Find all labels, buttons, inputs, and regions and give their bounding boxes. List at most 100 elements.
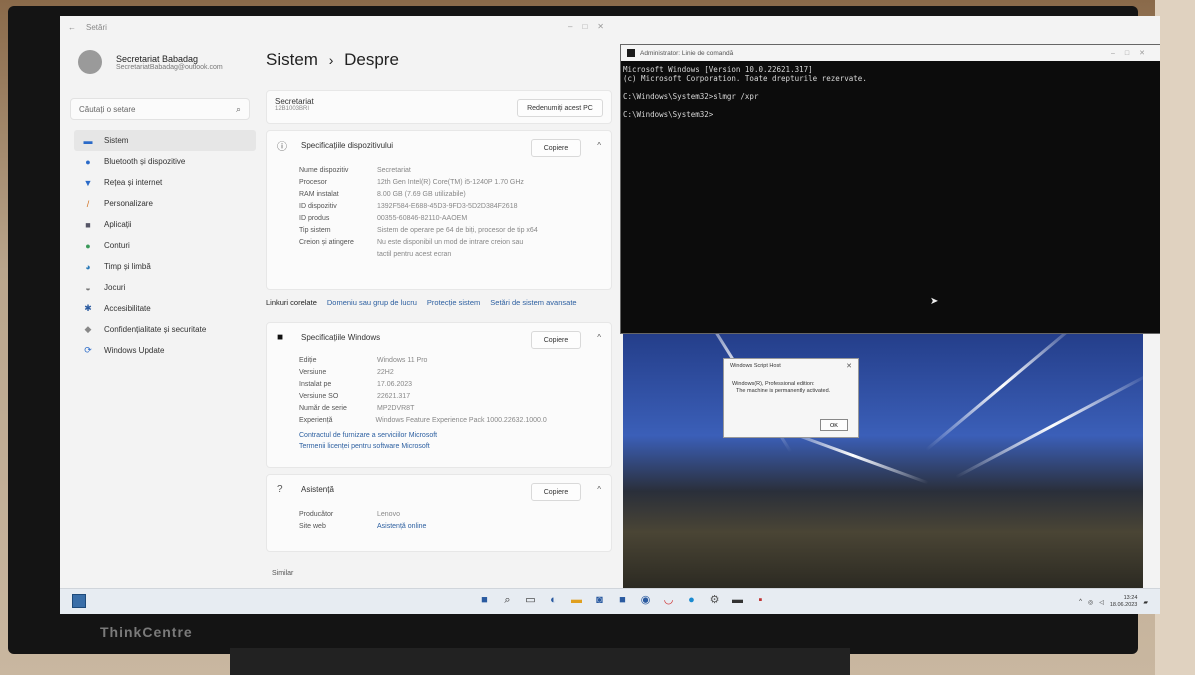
sidebar-item-label: Confidențialitate și securitate bbox=[104, 325, 207, 334]
sidebar-item-gaming[interactable]: ◒ Jocuri bbox=[74, 277, 256, 298]
cmd-line: ​ bbox=[623, 83, 1159, 92]
spec-key: Producător bbox=[299, 511, 334, 518]
sidebar-item-bluetooth[interactable]: ● Bluetooth și dispozitive bbox=[74, 151, 256, 172]
volume-icon[interactable]: ◁ bbox=[1099, 599, 1104, 606]
spec-value: Lenovo bbox=[377, 511, 400, 518]
spec-key: Experiență bbox=[299, 417, 333, 424]
support-title: Asistență bbox=[301, 484, 334, 494]
spec-key: Procesor bbox=[299, 179, 328, 186]
monitor-brand-label: ThinkCentre bbox=[100, 624, 193, 640]
screen: ← Setări –□✕ Secretariat Babadag Secreta… bbox=[60, 16, 1160, 614]
link-advanced-system-settings[interactable]: Setări de sistem avansate bbox=[490, 298, 576, 307]
spec-row: Instalat pe 17.06.2023 bbox=[299, 379, 611, 391]
breadcrumb-parent[interactable]: Sistem bbox=[266, 50, 318, 69]
spec-value: Windows 11 Pro bbox=[377, 357, 428, 364]
sidebar-item-windows-update[interactable]: ⟳ Windows Update bbox=[74, 340, 256, 361]
cmd-output[interactable]: Microsoft Windows [Version 10.0.22621.31… bbox=[621, 61, 1160, 123]
spec-row: Ediție Windows 11 Pro bbox=[299, 355, 611, 367]
sidebar-item-label: Personalizare bbox=[104, 199, 153, 208]
spec-key: ID produs bbox=[299, 215, 330, 222]
profile-email: SecretariatBabadag@outlook.com bbox=[116, 63, 223, 71]
help-icon: ? bbox=[277, 483, 283, 495]
settings-icon[interactable]: ⚙ bbox=[708, 594, 721, 607]
user-profile[interactable]: Secretariat Babadag SecretariatBabadag@o… bbox=[78, 50, 223, 74]
apps-icon: ■ bbox=[85, 219, 91, 230]
sidebar-item-system[interactable]: ▬ Sistem bbox=[74, 130, 256, 151]
windows-logo-icon: ■ bbox=[277, 331, 284, 343]
network-icon[interactable]: ◎ bbox=[1088, 599, 1093, 606]
command-prompt-window[interactable]: Administrator: Linie de comandă –□✕ Micr… bbox=[620, 44, 1160, 334]
dialog-title: Windows Script Host bbox=[730, 363, 781, 369]
cmd-taskbar-icon[interactable]: ▪ bbox=[754, 594, 767, 607]
pc-name-card: Secretariat 12B1003BRI Redenumiți acest … bbox=[266, 90, 612, 124]
copy-windows-specs-button[interactable]: Copiere bbox=[531, 331, 581, 349]
sidebar-item-label: Bluetooth și dispozitive bbox=[104, 157, 186, 166]
search-input[interactable]: Căutați o setare ⌕ bbox=[70, 98, 250, 120]
chat-icon[interactable]: ◐ bbox=[547, 594, 560, 607]
cmd-line: ​ bbox=[623, 101, 1159, 110]
link-microsoft-services-agreement[interactable]: Contractul de furnizare a serviciilor Mi… bbox=[299, 430, 611, 441]
spec-row: Tip sistem Sistem de operare pe 64 de biț… bbox=[299, 225, 611, 237]
device-specs-card: ⓘ Specificațiile dispozitivului Copiere … bbox=[266, 130, 612, 290]
sidebar-item-personalization[interactable]: / Personalizare bbox=[74, 193, 256, 214]
store-icon[interactable]: ◙ bbox=[593, 594, 606, 607]
app-icon[interactable]: ◉ bbox=[639, 594, 652, 607]
spec-value: MP2DVR8T bbox=[377, 405, 415, 412]
sidebar-item-accessibility[interactable]: ✱ Accesibilitate bbox=[74, 298, 256, 319]
spec-key: Site web bbox=[299, 523, 326, 530]
sidebar-item-label: Jocuri bbox=[104, 283, 126, 292]
copy-support-button[interactable]: Copiere bbox=[531, 483, 581, 501]
sidebar-item-apps[interactable]: ■ Aplicații bbox=[74, 214, 256, 235]
update-icon: ⟳ bbox=[84, 345, 92, 355]
cmd-line: Microsoft Windows [Version 10.0.22621.31… bbox=[623, 65, 813, 74]
app-icon[interactable]: ◡ bbox=[662, 594, 675, 607]
sidebar-item-network[interactable]: ▼ Rețea și internet bbox=[74, 172, 256, 193]
spec-row: Procesor 12th Gen Intel(R) Core(TM) i5-12… bbox=[299, 177, 611, 189]
app-icon[interactable]: ■ bbox=[616, 594, 629, 607]
account-icon: ● bbox=[85, 240, 91, 251]
spec-row: Site web Asistență online bbox=[299, 521, 611, 533]
spec-row: Nume dispozitiv Secretariat bbox=[299, 165, 611, 177]
link-system-protection[interactable]: Protecție sistem bbox=[427, 298, 480, 307]
spec-key: Versiune SO bbox=[299, 393, 339, 400]
sidebar-item-privacy[interactable]: ◆ Confidențialitate și securitate bbox=[74, 319, 256, 340]
link-domain-workgroup[interactable]: Domeniu sau grup de lucru bbox=[327, 298, 417, 307]
back-arrow-icon[interactable]: ← bbox=[68, 23, 76, 32]
cmd-titlebar[interactable]: Administrator: Linie de comandă bbox=[621, 45, 1160, 61]
related-links-label: Linkuri corelate bbox=[266, 298, 317, 307]
chevron-up-icon[interactable]: ^ bbox=[1079, 599, 1082, 605]
script-host-dialog[interactable]: Windows Script Host ✕ Windows(R), Profes… bbox=[723, 358, 859, 438]
notification-icon[interactable]: ▰ bbox=[1143, 599, 1148, 606]
clock[interactable]: 13:24 18.06.2023 bbox=[1110, 595, 1138, 609]
link-microsoft-license-terms[interactable]: Termenii licenței pentru software Micros… bbox=[299, 441, 611, 452]
chevron-up-icon[interactable]: ^ bbox=[597, 485, 601, 494]
chevron-up-icon[interactable]: ^ bbox=[597, 333, 601, 342]
sidebar-item-time-language[interactable]: ◕ Timp și limbă bbox=[74, 256, 256, 277]
wall bbox=[1155, 0, 1195, 675]
search-icon[interactable]: ⌕ bbox=[501, 594, 514, 607]
rename-pc-button[interactable]: Redenumiți acest PC bbox=[517, 99, 603, 117]
monitor-icon: ▬ bbox=[83, 135, 93, 146]
window-controls[interactable]: –□✕ bbox=[568, 22, 614, 31]
app-icon[interactable]: ▬ bbox=[731, 594, 744, 607]
cmd-window-controls[interactable]: –□✕ bbox=[1111, 49, 1155, 57]
wifi-icon: ▼ bbox=[83, 177, 93, 188]
file-explorer-icon[interactable]: ▬ bbox=[570, 594, 583, 607]
sidebar-item-accounts[interactable]: ● Conturi bbox=[74, 235, 256, 256]
edge-icon[interactable]: ● bbox=[685, 594, 698, 607]
task-view-icon[interactable]: ▭ bbox=[524, 594, 537, 607]
support-website-link[interactable]: Asistență online bbox=[377, 521, 597, 533]
spec-value: 00355-60846-82110-AAOEM bbox=[377, 215, 468, 222]
spec-value: 12th Gen Intel(R) Core(TM) i5-1240P 1.70… bbox=[377, 179, 524, 186]
sidebar-item-label: Conturi bbox=[104, 241, 130, 250]
desktop-wallpaper bbox=[623, 334, 1143, 588]
close-icon[interactable]: ✕ bbox=[846, 362, 852, 370]
spec-key: Instalat pe bbox=[299, 381, 332, 388]
copy-device-specs-button[interactable]: Copiere bbox=[531, 139, 581, 157]
chevron-up-icon[interactable]: ^ bbox=[597, 141, 601, 150]
widgets-icon[interactable] bbox=[72, 594, 86, 608]
gamepad-icon: ◒ bbox=[85, 282, 91, 293]
spec-value: 22621.317 bbox=[377, 393, 411, 400]
ok-button[interactable]: OK bbox=[820, 419, 848, 431]
start-icon[interactable]: ■ bbox=[478, 594, 491, 607]
